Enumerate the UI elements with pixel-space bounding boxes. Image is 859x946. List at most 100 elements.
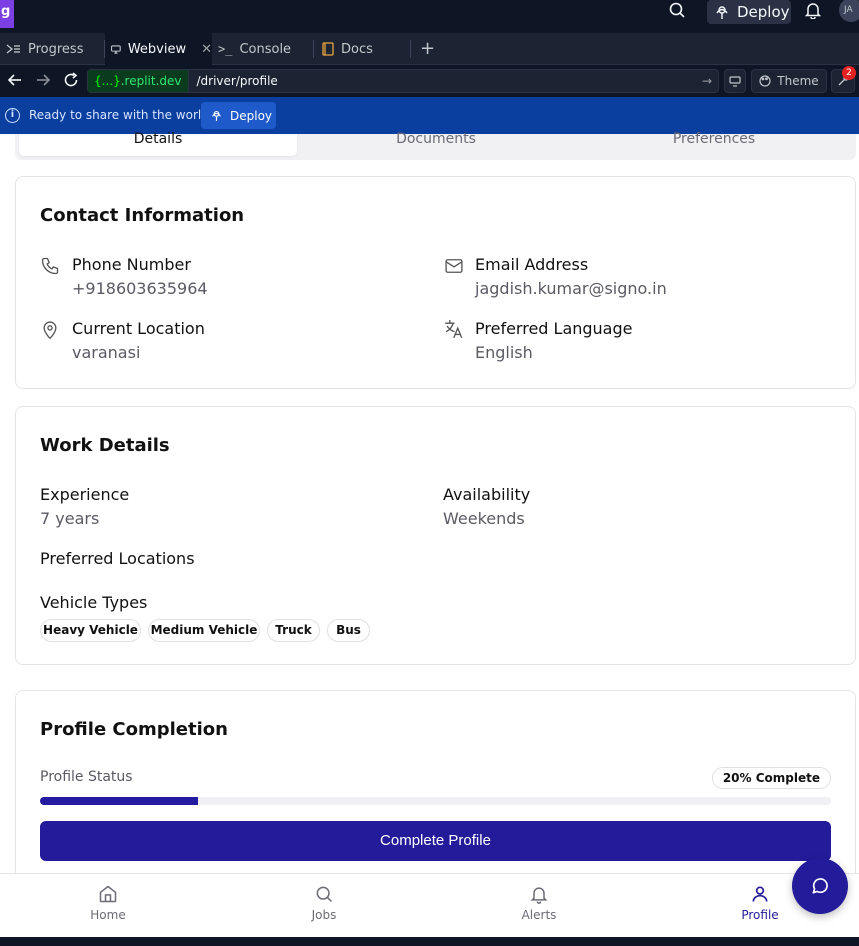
tab-label: Console bbox=[239, 41, 292, 57]
experience-field: Experience 7 years bbox=[40, 485, 129, 528]
close-icon[interactable]: ✕ bbox=[201, 42, 212, 57]
progress-bar bbox=[40, 797, 831, 805]
book-icon bbox=[322, 42, 334, 56]
nav-profile[interactable]: Profile bbox=[720, 884, 800, 922]
status-badge: 20% Complete bbox=[711, 767, 831, 789]
tab-preferences[interactable]: Preferences bbox=[575, 132, 853, 156]
theme-button[interactable]: Theme bbox=[751, 69, 827, 93]
nav-jobs-label: Jobs bbox=[311, 908, 337, 922]
tab-documents[interactable]: Documents bbox=[297, 132, 575, 156]
url-field[interactable]: {...}.replit.dev /driver/profile → bbox=[87, 69, 719, 93]
location-label: Current Location bbox=[72, 319, 205, 338]
contact-title: Contact Information bbox=[40, 205, 245, 226]
language-label: Preferred Language bbox=[475, 319, 633, 338]
vehicle-chip: Medium Vehicle bbox=[148, 619, 260, 642]
vehicle-chip: Heavy Vehicle bbox=[40, 619, 141, 642]
bell-icon bbox=[530, 887, 548, 904]
search-icon bbox=[316, 886, 333, 903]
tab-progress[interactable]: Progress bbox=[0, 33, 104, 65]
share-deploy-button[interactable]: Deploy bbox=[201, 102, 276, 129]
user-icon bbox=[752, 886, 768, 902]
new-tab-button[interactable]: + bbox=[420, 33, 435, 65]
console-icon: >_ bbox=[218, 42, 233, 56]
palette-icon bbox=[759, 75, 771, 87]
progress-fill bbox=[40, 797, 199, 805]
nav-home[interactable]: Home bbox=[68, 884, 148, 922]
nav-alerts-label: Alerts bbox=[521, 908, 557, 922]
devices-button[interactable] bbox=[724, 69, 746, 93]
language-value: English bbox=[475, 343, 533, 362]
complete-profile-button[interactable]: Complete Profile bbox=[40, 821, 831, 861]
ide-topbar: g Deploy JA bbox=[0, 0, 859, 33]
nav-home-label: Home bbox=[90, 908, 126, 922]
deploy-button[interactable]: Deploy bbox=[707, 0, 791, 24]
bottom-nav: Home Jobs Alerts Profile bbox=[0, 873, 859, 937]
share-banner: i Ready to share with the world? Deploy bbox=[0, 97, 859, 134]
tab-console[interactable]: >_ Console bbox=[212, 33, 312, 65]
contact-card: Contact Information Phone Number +918603… bbox=[15, 176, 856, 389]
url-path: /driver/profile bbox=[196, 74, 278, 88]
deploy-icon bbox=[716, 6, 728, 19]
mail-icon bbox=[445, 259, 463, 273]
search-icon[interactable] bbox=[668, 1, 686, 19]
preferred-locations-field: Preferred Locations bbox=[40, 549, 195, 568]
location-field: Current Location varanasi bbox=[72, 319, 205, 362]
vehicle-chip: Truck bbox=[267, 619, 320, 642]
back-arrow-icon[interactable] bbox=[7, 72, 23, 88]
tab-label: Docs bbox=[341, 41, 373, 57]
experience-value: 7 years bbox=[40, 509, 100, 528]
work-title: Work Details bbox=[40, 435, 170, 456]
experience-label: Experience bbox=[40, 485, 130, 504]
email-label: Email Address bbox=[475, 255, 589, 274]
chat-button[interactable] bbox=[792, 858, 848, 914]
theme-label: Theme bbox=[777, 74, 819, 88]
deploy-label: Deploy bbox=[737, 3, 790, 21]
tab-divider bbox=[313, 40, 314, 58]
phone-icon bbox=[41, 257, 59, 275]
monitor-icon bbox=[729, 75, 741, 87]
bell-icon[interactable] bbox=[805, 1, 821, 19]
nav-alerts[interactable]: Alerts bbox=[499, 884, 579, 922]
tab-label: Webview bbox=[127, 41, 187, 57]
availability-value: Weekends bbox=[443, 509, 525, 528]
phone-field: Phone Number +918603635964 bbox=[72, 255, 208, 298]
webview-urlbar: {...}.replit.dev /driver/profile → Theme bbox=[0, 65, 859, 97]
vehicle-types-label: Vehicle Types bbox=[40, 593, 148, 612]
ide-tabbar: Progress Webview ✕ >_ Console Docs + bbox=[0, 33, 859, 65]
tab-details[interactable]: Details bbox=[19, 132, 297, 156]
nav-jobs[interactable]: Jobs bbox=[284, 884, 364, 922]
language-field: Preferred Language English bbox=[475, 319, 632, 362]
phone-label: Phone Number bbox=[72, 255, 191, 274]
tab-webview[interactable]: Webview ✕ bbox=[105, 33, 212, 65]
deploy-icon bbox=[212, 110, 221, 121]
tab-docs[interactable]: Docs bbox=[316, 33, 411, 65]
profile-tabs: Details Documents Preferences bbox=[15, 132, 856, 160]
ide-bottom-strip bbox=[0, 937, 859, 946]
info-icon: i bbox=[5, 108, 20, 123]
tab-divider bbox=[410, 40, 411, 58]
completion-title: Profile Completion bbox=[40, 719, 228, 740]
progress-icon bbox=[6, 44, 20, 54]
monitor-icon bbox=[111, 44, 121, 54]
url-host: {...}.replit.dev bbox=[88, 70, 189, 92]
forward-arrow-icon[interactable] bbox=[35, 72, 51, 88]
phone-value: +918603635964 bbox=[72, 279, 208, 298]
notification-badge: 2 bbox=[842, 66, 856, 80]
map-pin-icon bbox=[43, 321, 57, 340]
completion-card: Profile Completion Profile Status 20% Co… bbox=[15, 690, 856, 890]
tab-label: Progress bbox=[28, 41, 84, 57]
language-icon bbox=[445, 320, 463, 338]
share-deploy-label: Deploy bbox=[230, 108, 273, 123]
nav-profile-label: Profile bbox=[741, 908, 779, 922]
share-text: Ready to share with the world? bbox=[29, 108, 216, 122]
replit-logo[interactable]: g bbox=[0, 0, 14, 28]
availability-label: Availability bbox=[443, 485, 531, 504]
go-arrow-icon[interactable]: → bbox=[702, 74, 712, 88]
vehicle-types-field: Vehicle Types bbox=[40, 593, 147, 612]
chat-bubble-icon bbox=[812, 878, 828, 894]
vehicle-chip: Bus bbox=[327, 619, 370, 642]
status-label: Profile Status bbox=[40, 769, 133, 785]
reload-icon[interactable] bbox=[63, 72, 79, 88]
email-value: jagdish.kumar@signo.in bbox=[475, 279, 667, 298]
user-avatar[interactable]: JA bbox=[839, 0, 859, 22]
